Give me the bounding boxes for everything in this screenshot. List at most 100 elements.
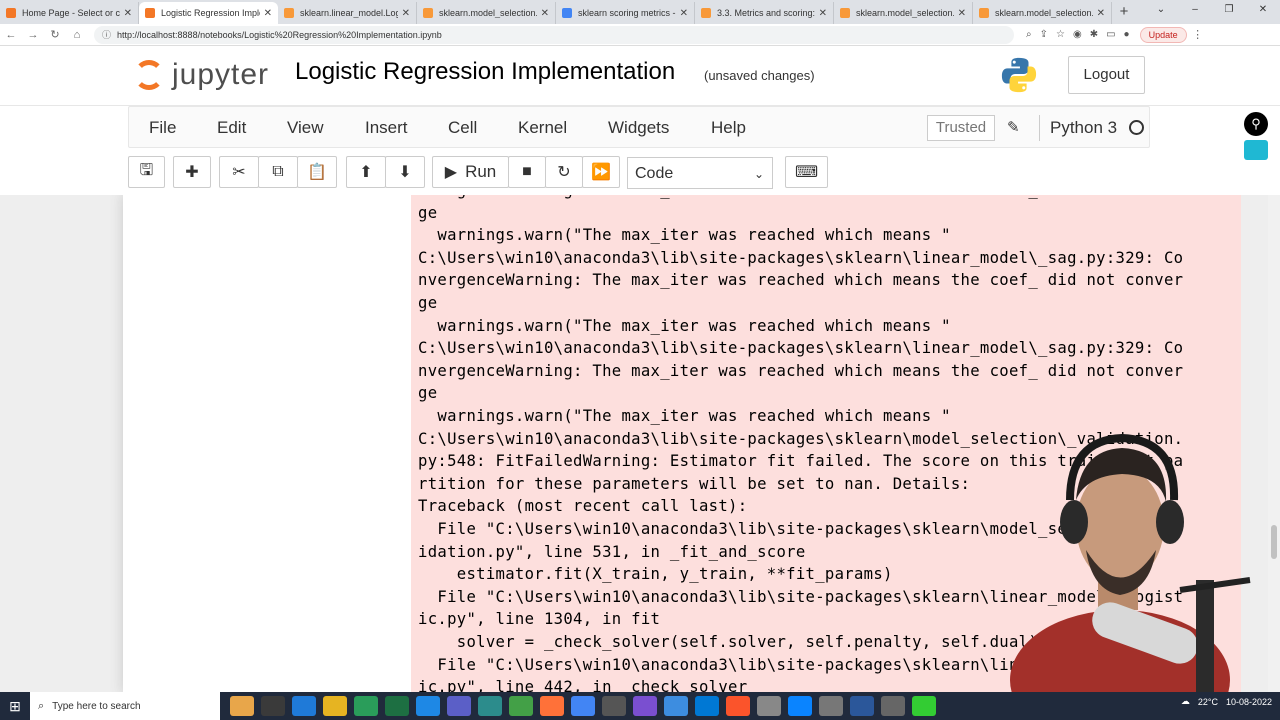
- app-icon[interactable]: [881, 696, 905, 716]
- date[interactable]: 10-08-2022: [1226, 697, 1272, 707]
- output-line: nvergenceWarning: The max_iter was reach…: [418, 195, 1183, 199]
- browser-tab[interactable]: 3.3. Metrics and scoring: q ✕: [695, 2, 834, 24]
- profile-avatar-icon[interactable]: ●: [1124, 29, 1130, 40]
- jupyter-logo[interactable]: jupyter: [134, 58, 269, 92]
- mail-icon[interactable]: [416, 696, 440, 716]
- screen-extension-icon[interactable]: [1244, 140, 1268, 160]
- browser-tab[interactable]: sklearn.model_selection.G ✕: [417, 2, 556, 24]
- menu-widgets[interactable]: Widgets: [608, 118, 669, 138]
- kernel-name[interactable]: Python 3: [1050, 118, 1117, 138]
- tab-close-icon[interactable]: ✕: [402, 8, 410, 19]
- settings-icon[interactable]: [757, 696, 781, 716]
- tab-close-icon[interactable]: ✕: [264, 8, 272, 19]
- app-icon[interactable]: [478, 696, 502, 716]
- output-line: warnings.warn("The max_iter was reached …: [418, 226, 951, 245]
- browser-tab[interactable]: sklearn scoring metrics - G ✕: [556, 2, 695, 24]
- restore-icon[interactable]: ❐: [1212, 0, 1246, 22]
- browser-tab[interactable]: sklearn.model_selection.R ✕: [973, 2, 1112, 24]
- run-label: Run: [465, 162, 497, 181]
- store-icon[interactable]: [354, 696, 378, 716]
- vscode-icon[interactable]: [695, 696, 719, 716]
- edge-icon[interactable]: [292, 696, 316, 716]
- tab-close-icon[interactable]: ✕: [124, 8, 132, 19]
- zoom-icon[interactable]: ⌕: [1026, 29, 1032, 40]
- taskbar-search-input[interactable]: ⌕ Type here to search: [30, 692, 220, 720]
- more-menu-icon[interactable]: ⋮: [1187, 28, 1209, 41]
- browser-tab[interactable]: sklearn.model_selection.St ✕: [834, 2, 973, 24]
- menu-view[interactable]: View: [287, 118, 324, 138]
- stop-icon[interactable]: ■: [508, 156, 546, 188]
- temperature[interactable]: 22°C: [1198, 697, 1218, 707]
- menu-insert[interactable]: Insert: [365, 118, 408, 138]
- taskbar-app-icon[interactable]: [230, 696, 254, 716]
- file-explorer-icon[interactable]: [323, 696, 347, 716]
- cut-icon[interactable]: ✂: [219, 156, 259, 188]
- sidebar-icon[interactable]: ▭: [1106, 29, 1115, 40]
- home-icon[interactable]: ⌂: [66, 29, 88, 41]
- move-up-icon[interactable]: ⬆: [346, 156, 386, 188]
- logout-button[interactable]: Logout: [1068, 56, 1145, 94]
- insert-cell-icon[interactable]: ✚: [173, 156, 211, 188]
- browser-tab[interactable]: Home Page - Select or cre ✕: [0, 2, 139, 24]
- save-icon[interactable]: 🖫: [128, 156, 165, 188]
- keyboard-icon[interactable]: ⌨: [785, 156, 828, 188]
- notebook-title[interactable]: Logistic Regression Implementation: [295, 58, 675, 86]
- vertical-scrollbar[interactable]: [1268, 195, 1280, 692]
- menu-kernel[interactable]: Kernel: [518, 118, 567, 138]
- teams-icon[interactable]: [447, 696, 471, 716]
- move-down-icon[interactable]: ⬇: [385, 156, 425, 188]
- firefox-icon[interactable]: [540, 696, 564, 716]
- browser-tab[interactable]: Logistic Regression Imple ✕: [139, 2, 278, 24]
- app-icon[interactable]: [819, 696, 843, 716]
- terminal-icon[interactable]: [602, 696, 626, 716]
- word-icon[interactable]: [850, 696, 874, 716]
- tab-close-icon[interactable]: ✕: [680, 8, 688, 19]
- menu-file[interactable]: File: [149, 118, 176, 138]
- menu-edit[interactable]: Edit: [217, 118, 246, 138]
- excel-icon[interactable]: [385, 696, 409, 716]
- info-icon[interactable]: ⓘ: [102, 28, 111, 41]
- url-input[interactable]: ⓘ http://localhost:8888/notebooks/Logist…: [94, 25, 1014, 44]
- chrome-icon[interactable]: [571, 696, 595, 716]
- trusted-indicator[interactable]: Trusted: [927, 115, 995, 141]
- tab-close-icon[interactable]: ✕: [1097, 8, 1105, 19]
- run-button[interactable]: ▶ Run: [432, 156, 509, 188]
- pencil-icon[interactable]: ✎: [1007, 118, 1020, 136]
- task-view-icon[interactable]: [261, 696, 285, 716]
- cell-type-select[interactable]: Code ⌄: [627, 157, 773, 189]
- restart-icon[interactable]: ↻: [545, 156, 583, 188]
- menu-divider: [1039, 115, 1040, 141]
- app-icon[interactable]: [912, 696, 936, 716]
- back-icon[interactable]: ←: [0, 29, 22, 41]
- notepad-icon[interactable]: [664, 696, 688, 716]
- extension-icon[interactable]: ◉: [1073, 29, 1082, 40]
- weather-icon[interactable]: ☁: [1181, 696, 1190, 707]
- new-tab-button[interactable]: +: [1112, 2, 1136, 24]
- bookmark-star-icon[interactable]: ☆: [1056, 29, 1065, 40]
- brave-icon[interactable]: [726, 696, 750, 716]
- reload-icon[interactable]: ↻: [44, 28, 66, 41]
- windows-start-icon[interactable]: ⊞: [0, 698, 30, 715]
- location-pin-icon[interactable]: ⚲: [1244, 112, 1268, 136]
- paste-icon[interactable]: 📋: [297, 156, 337, 188]
- fast-forward-icon[interactable]: ⏩: [582, 156, 620, 188]
- share-icon[interactable]: ⇪: [1040, 29, 1048, 40]
- copy-icon[interactable]: ⧉: [258, 156, 298, 188]
- puzzle-icon[interactable]: ✱: [1090, 29, 1098, 40]
- menu-help[interactable]: Help: [711, 118, 746, 138]
- update-button[interactable]: Update: [1139, 26, 1187, 43]
- browser-tab[interactable]: sklearn.linear_model.Logi ✕: [278, 2, 417, 24]
- menu-cell[interactable]: Cell: [448, 118, 477, 138]
- app-icon[interactable]: [633, 696, 657, 716]
- notebook-toolbar: 🖫 ✚ ✂ ⧉ 📋 ⬆ ⬇ ▶ Run ■ ↻ ⏩ Code ⌄ ⌨: [128, 155, 1150, 191]
- app-icon[interactable]: [788, 696, 812, 716]
- forward-icon[interactable]: →: [22, 29, 44, 41]
- media-player-icon[interactable]: [509, 696, 533, 716]
- tab-close-icon[interactable]: ✕: [958, 8, 966, 19]
- tab-close-icon[interactable]: ✕: [819, 8, 827, 19]
- chevron-down-icon[interactable]: ⌄: [1144, 0, 1178, 22]
- close-icon[interactable]: ✕: [1246, 0, 1280, 22]
- minimize-icon[interactable]: –: [1178, 0, 1212, 22]
- scrollbar-thumb[interactable]: [1271, 525, 1277, 559]
- tab-close-icon[interactable]: ✕: [541, 8, 549, 19]
